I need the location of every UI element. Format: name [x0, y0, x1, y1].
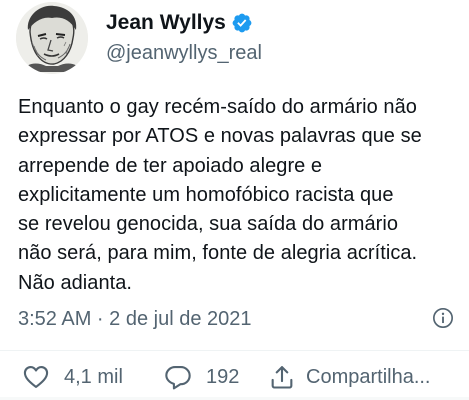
tweet-text-line: expressar por ATOS e novas palavras que …: [18, 125, 422, 148]
like-count: 4,1 mil: [64, 365, 123, 388]
tweet-text-line: não será, para mim, fonte de alegria acr…: [18, 242, 418, 265]
tweet-body: Enquanto o gay recém-saído do armário nã…: [18, 93, 463, 298]
tweet-text-line: explicitamente um homofóbico racista que: [18, 183, 394, 206]
user-handle[interactable]: @jeanwyllys_real: [106, 40, 262, 66]
tweet-timestamp[interactable]: 3:52 AM · 2 de jul de 2021: [18, 308, 252, 331]
tweet-text-line: arrepende de ter apoiado alegre e: [18, 154, 323, 177]
tweet-header: Jean Wyllys @jeanwyllys_real: [16, 2, 262, 74]
share-label: Compartilha...: [306, 365, 431, 388]
info-icon[interactable]: [432, 307, 454, 329]
reply-count: 192: [206, 365, 240, 388]
divider: [0, 350, 469, 351]
heart-icon: [22, 363, 50, 391]
tweet-meta: 3:52 AM · 2 de jul de 2021: [18, 304, 454, 334]
share-icon: [268, 363, 296, 391]
author-names: Jean Wyllys @jeanwyllys_real: [106, 10, 262, 66]
like-button[interactable]: 4,1 mil: [22, 360, 123, 394]
tweet-card: Jean Wyllys @jeanwyllys_real Enquanto o …: [0, 0, 469, 400]
comment-icon: [164, 363, 192, 391]
sketch-portrait-avatar-icon: [16, 2, 88, 74]
share-button[interactable]: Compartilha...: [268, 360, 431, 394]
tweet-text-line: Enquanto o gay recém-saído do armário nã…: [18, 96, 417, 118]
tweet-actions: 4,1 mil 192 Compartilha...: [18, 360, 469, 394]
tweet-text-line: se revelou genocida, sua saída do armári…: [18, 213, 399, 236]
verified-badge-icon: [231, 12, 253, 34]
name-row: Jean Wyllys: [106, 10, 262, 36]
avatar[interactable]: [16, 2, 88, 74]
display-name[interactable]: Jean Wyllys: [106, 10, 226, 36]
reply-button[interactable]: 192: [164, 360, 239, 394]
tweet-text-line: Não adianta.: [18, 271, 133, 294]
